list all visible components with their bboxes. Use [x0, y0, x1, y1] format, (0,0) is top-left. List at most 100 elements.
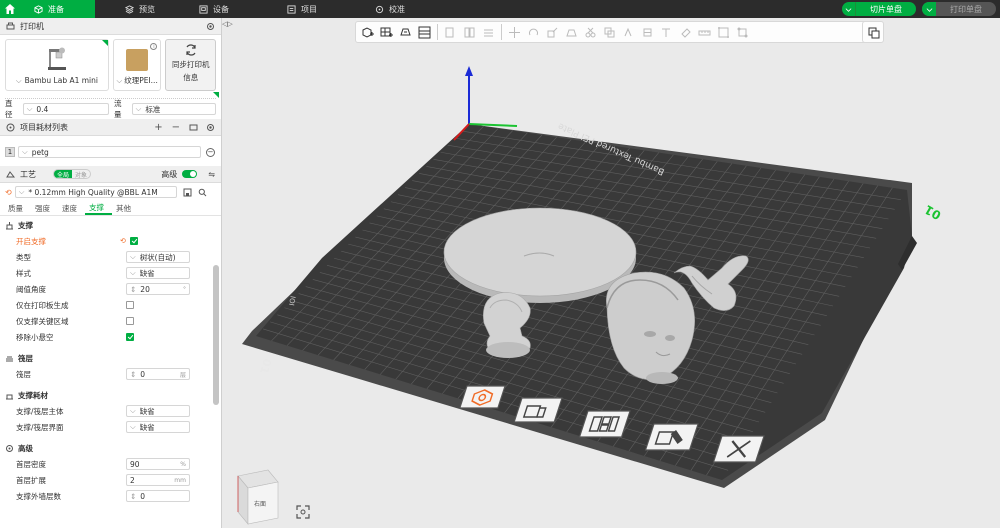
chevron-down-icon[interactable]: [842, 2, 856, 16]
rotate-icon[interactable]: [525, 24, 542, 41]
color-paint-icon[interactable]: [677, 24, 694, 41]
slice-plate-button[interactable]: 切片单盘: [842, 2, 916, 16]
add-plate-icon[interactable]: [378, 24, 395, 41]
sync-filament-icon[interactable]: [189, 123, 198, 132]
plate-card[interactable]: i ⌵ 纹理PEI...: [112, 39, 162, 91]
tab-strength[interactable]: 强度: [31, 201, 58, 215]
3d-viewport[interactable]: ◁▷ Bambu Textured PEI Plate 01 01 IOI 右面: [222, 18, 1000, 528]
reset-icon[interactable]: ⟲: [120, 237, 126, 245]
add-icon[interactable]: +: [154, 122, 162, 133]
toolbar-separator: [437, 24, 438, 40]
arrange-plate-icon[interactable]: [578, 410, 631, 438]
add-object-icon[interactable]: [359, 24, 376, 41]
on-build-plate-only-checkbox[interactable]: [126, 301, 134, 309]
tab-project[interactable]: 项目: [273, 0, 331, 18]
auto-orient-icon[interactable]: [397, 24, 414, 41]
print-plate-button[interactable]: 打印单盘: [922, 2, 996, 16]
enable-support-checkbox[interactable]: [129, 237, 138, 245]
plate-name-text: 纹理PEI...: [124, 76, 158, 85]
fit-view-icon[interactable]: [296, 505, 310, 519]
mesh-boolean-icon[interactable]: [601, 24, 618, 41]
initial-layer-density-input[interactable]: 90%: [126, 458, 190, 470]
text-shape-icon[interactable]: [658, 24, 675, 41]
global-object-toggle[interactable]: 全局 对象: [53, 169, 92, 179]
gear-icon[interactable]: [206, 22, 215, 31]
remove-icon[interactable]: −: [172, 122, 180, 133]
brim-ears-icon[interactable]: [734, 24, 751, 41]
tab-support[interactable]: 支撑: [85, 201, 112, 215]
scale-icon[interactable]: [544, 24, 561, 41]
profile-select[interactable]: ⌵ * 0.12mm High Quality @BBL A1M: [14, 186, 177, 198]
support-interface-filament-select[interactable]: ⌵ 缺省: [126, 421, 190, 433]
cut-icon[interactable]: [582, 24, 599, 41]
printer-card[interactable]: ⌵ Bambu Lab A1 mini: [5, 39, 109, 91]
threshold-angle-input[interactable]: ⇕ 20 °: [126, 283, 190, 295]
edit-plate-icon[interactable]: [644, 423, 699, 451]
scene-canvas[interactable]: Bambu Textured PEI Plate 01 01 IOI 右面: [222, 18, 1000, 528]
tab-others[interactable]: 其他: [112, 201, 139, 215]
flow-label: 流量: [113, 99, 122, 119]
stepper-icon[interactable]: ⇕: [130, 492, 136, 501]
view-options-button[interactable]: [862, 21, 884, 43]
compare-icon[interactable]: ⇋: [208, 170, 215, 179]
home-button[interactable]: [0, 0, 20, 18]
flow-select[interactable]: ⌵ 标准: [131, 103, 217, 115]
tab-prepare[interactable]: 准备: [20, 0, 95, 18]
lay-on-face-icon[interactable]: [563, 24, 580, 41]
auto-orient-plate-icon[interactable]: [459, 385, 506, 409]
remove-small-overhangs-checkbox[interactable]: [126, 333, 134, 341]
tab-device[interactable]: 设备: [185, 0, 243, 18]
filament-select[interactable]: ⌵ petg: [18, 146, 201, 158]
tab-speed[interactable]: 速度: [58, 201, 85, 215]
chevron-down-icon[interactable]: [922, 2, 936, 16]
stepper-icon[interactable]: ⇕: [130, 370, 136, 379]
info-icon[interactable]: i: [150, 43, 158, 50]
remove-filament-icon[interactable]: −: [206, 147, 215, 157]
tab-quality[interactable]: 质量: [4, 201, 31, 215]
seam-paint-icon[interactable]: [639, 24, 656, 41]
printer-name-text: Bambu Lab A1 mini: [24, 76, 98, 85]
round-model[interactable]: [443, 207, 637, 297]
sync-printer-button[interactable]: 同步打印机 信息: [165, 39, 216, 91]
initial-layer-expansion-input[interactable]: 2 mm: [126, 474, 190, 486]
remove-plate-icon[interactable]: [712, 435, 765, 463]
arrange-icon[interactable]: [416, 24, 433, 41]
layers-icon[interactable]: [480, 24, 497, 41]
stepper-icon[interactable]: ⇕: [130, 285, 136, 294]
search-icon[interactable]: [198, 188, 207, 197]
move-icon[interactable]: [506, 24, 523, 41]
support-style-select[interactable]: ⌵ 缺省: [126, 267, 190, 279]
bust-model[interactable]: [483, 292, 531, 358]
advanced-toggle[interactable]: [182, 170, 198, 178]
support-type-select[interactable]: ⌵ 树状(自动): [126, 251, 190, 263]
toggle-global[interactable]: 全局: [54, 170, 73, 178]
slice-plate-label: 切片单盘: [870, 4, 902, 14]
threshold-angle-unit: °: [183, 285, 186, 293]
split-parts-icon[interactable]: [461, 24, 478, 41]
split-objects-icon[interactable]: [442, 24, 459, 41]
critical-regions-only-checkbox[interactable]: [126, 317, 134, 325]
threshold-angle-row: 阈值角度 ⇕ 20 °: [0, 281, 221, 297]
assembly-icon[interactable]: [715, 24, 732, 41]
tab-preview[interactable]: 预览: [111, 0, 169, 18]
chevron-down-icon: ⌵: [26, 104, 33, 113]
chevron-down-icon: ⌵: [130, 406, 136, 415]
nozzle-select[interactable]: ⌵ 0.4: [22, 103, 109, 115]
sidebar-scrollbar[interactable]: [213, 265, 219, 405]
support-wall-loops-input[interactable]: ⇕ 0: [126, 490, 190, 502]
tab-calibrate[interactable]: 校准: [361, 0, 419, 18]
toggle-object[interactable]: 对象: [72, 170, 90, 179]
support-base-filament-select[interactable]: ⌵ 缺省: [126, 405, 190, 417]
support-paint-icon[interactable]: [620, 24, 637, 41]
measure-icon[interactable]: [696, 24, 713, 41]
support-wall-loops-row: 支撑外墙层数 ⇕ 0: [0, 488, 221, 504]
home-icon: [5, 4, 15, 14]
lock-plate-icon[interactable]: [513, 397, 563, 423]
initial-layer-expansion-label: 首层扩展: [16, 475, 46, 485]
view-cube[interactable]: 右面: [237, 469, 279, 525]
save-icon[interactable]: [183, 188, 192, 197]
on-build-plate-only-label: 仅在打印板生成: [16, 300, 69, 310]
reset-icon[interactable]: ⟲: [5, 188, 12, 197]
gear-icon[interactable]: [206, 123, 215, 132]
raft-layers-input[interactable]: ⇕ 0 层: [126, 368, 190, 380]
